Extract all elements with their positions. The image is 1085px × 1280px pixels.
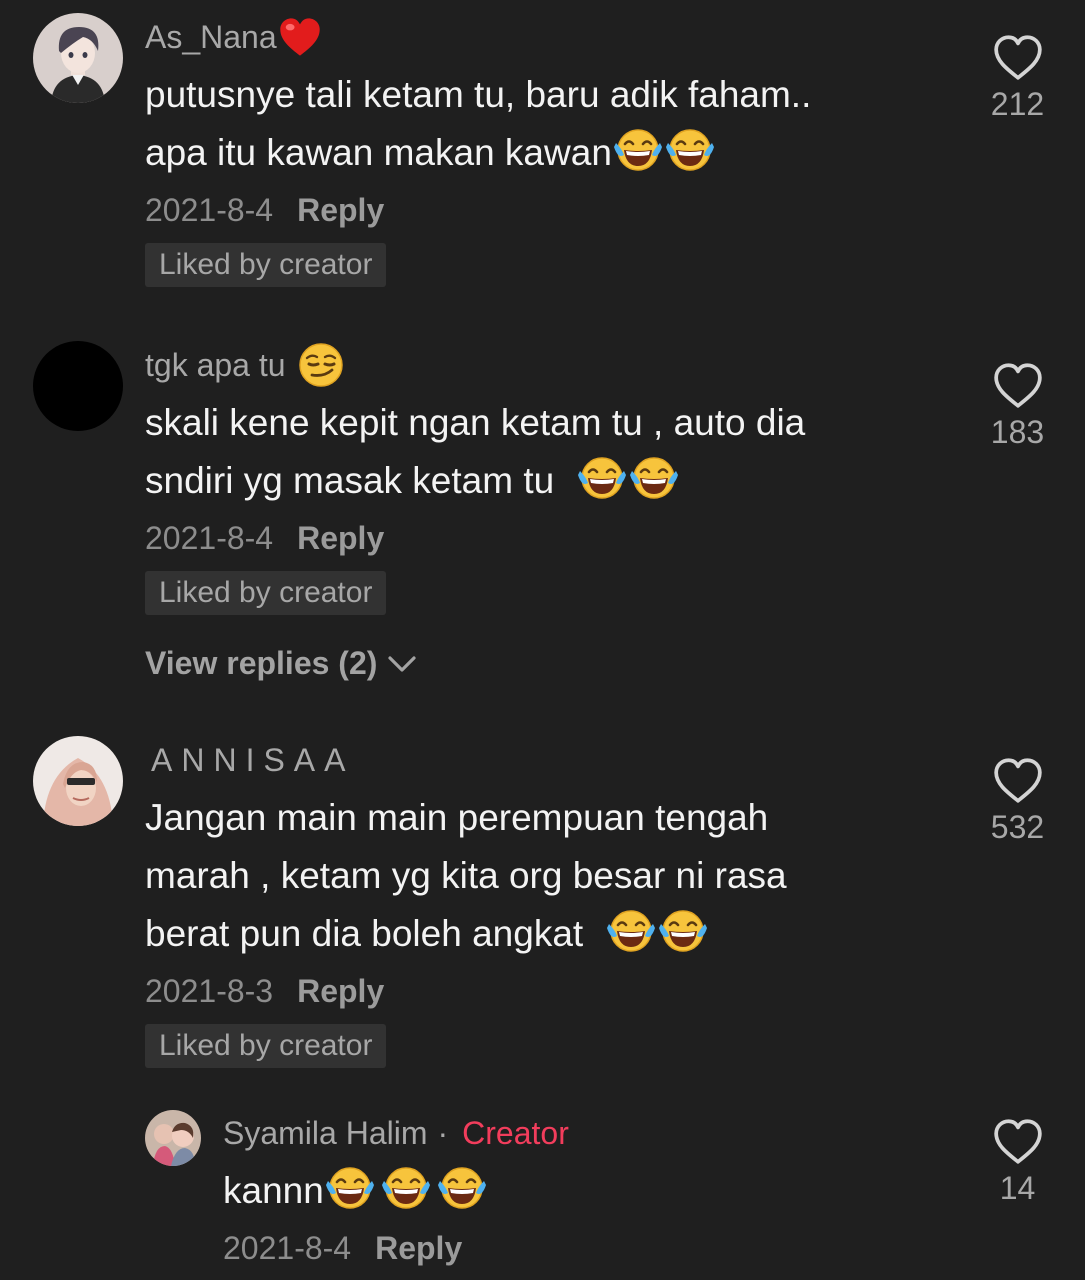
heart-outline-icon[interactable] xyxy=(992,757,1044,805)
comment-text-line: sndiri yg masak ketam tu xyxy=(145,452,925,510)
heart-outline-icon[interactable] xyxy=(992,1118,1044,1166)
like-button[interactable]: 532 xyxy=(970,757,1065,846)
tears-of-joy-icon xyxy=(664,125,716,175)
liked-by-creator-badge: Liked by creator xyxy=(145,243,387,287)
tears-of-joy-icon xyxy=(605,906,657,956)
reply-button[interactable]: Reply xyxy=(297,510,384,566)
comment-text-line: apa itu kawan makan kawan xyxy=(145,124,925,182)
avatar[interactable] xyxy=(33,341,123,431)
reply-username: Syamila Halim · Creator xyxy=(223,1110,923,1156)
comment-meta: 2021-8-4 Reply xyxy=(145,510,925,566)
comment-text: skali kene kepit ngan ketam tu , auto di… xyxy=(145,394,925,510)
comment-date: 2021-8-4 xyxy=(145,520,274,556)
view-replies-label: View replies (2) xyxy=(145,645,378,681)
comment-username[interactable]: tgk apa tu xyxy=(145,342,925,388)
tears-of-joy-icon xyxy=(628,453,680,503)
tears-of-joy-icon xyxy=(576,453,628,503)
liked-by-creator-badge: Liked by creator xyxy=(145,1024,387,1068)
heart-outline-icon[interactable] xyxy=(992,362,1044,410)
smirking-face-icon xyxy=(298,342,344,388)
comment-date: 2021-8-3 xyxy=(145,973,274,1009)
reply-text: kannn xyxy=(223,1162,923,1220)
avatar[interactable] xyxy=(145,1110,201,1166)
liked-by-creator-badge: Liked by creator xyxy=(145,571,387,615)
creator-tag: Creator xyxy=(462,1115,569,1151)
comment-text: putusnye tali ketam tu, baru adik faham.… xyxy=(145,66,925,182)
like-count: 532 xyxy=(990,809,1045,845)
comment-text-line: skali kene kepit ngan ketam tu , auto di… xyxy=(145,402,806,443)
tears-of-joy-icon xyxy=(324,1163,376,1213)
comment-date: 2021-8-4 xyxy=(145,192,274,228)
like-count: 183 xyxy=(990,414,1045,450)
reply-button[interactable]: Reply xyxy=(297,963,384,1019)
reply-button[interactable]: Reply xyxy=(297,182,384,238)
comment-text-line: putusnye tali ketam tu, baru adik faham.… xyxy=(145,74,812,115)
like-button[interactable]: 183 xyxy=(970,362,1065,451)
heart-outline-icon[interactable] xyxy=(992,34,1044,82)
avatar[interactable] xyxy=(33,13,123,103)
like-count: 212 xyxy=(990,86,1045,122)
comment-username[interactable]: As_Nana xyxy=(145,14,925,60)
username-text: tgk apa tu xyxy=(145,347,286,383)
reply-meta: 2021-8-4 Reply xyxy=(223,1220,923,1276)
chevron-down-icon xyxy=(388,655,417,672)
username-separator: · xyxy=(437,1115,449,1151)
comment-username[interactable]: ANNISAA xyxy=(145,737,925,783)
username-text[interactable]: Syamila Halim xyxy=(223,1110,427,1156)
like-count: 14 xyxy=(999,1170,1036,1206)
view-replies-button[interactable]: View replies (2) xyxy=(145,645,925,682)
like-button[interactable]: 212 xyxy=(970,34,1065,123)
comment-meta: 2021-8-4 Reply xyxy=(145,182,925,238)
avatar[interactable] xyxy=(33,736,123,826)
reply-date: 2021-8-4 xyxy=(223,1230,352,1266)
tears-of-joy-icon xyxy=(657,906,709,956)
comment-text-line: marah , ketam yg kita org besar ni rasa xyxy=(145,855,787,896)
tears-of-joy-icon xyxy=(612,125,664,175)
red-heart-icon xyxy=(277,15,323,59)
username-text: As_Nana xyxy=(145,19,277,55)
like-button[interactable]: 14 xyxy=(970,1118,1065,1207)
comment-text-line: Jangan main main perempuan tengah xyxy=(145,797,769,838)
tears-of-joy-icon xyxy=(436,1163,488,1213)
comment-meta: 2021-8-3 Reply xyxy=(145,963,925,1019)
comment-text: Jangan main main perempuan tengah marah … xyxy=(145,789,925,963)
comment-text-line: berat pun dia boleh angkat xyxy=(145,905,925,963)
tears-of-joy-icon xyxy=(380,1163,432,1213)
reply-button[interactable]: Reply xyxy=(375,1220,462,1276)
